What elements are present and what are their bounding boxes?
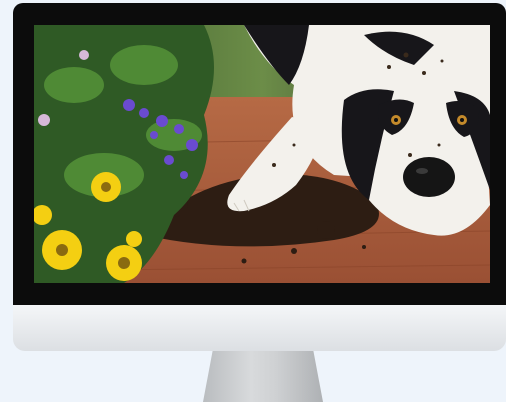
monitor xyxy=(13,3,506,351)
dog-in-garden-photo xyxy=(34,25,490,283)
monitor-bezel xyxy=(13,3,506,305)
monitor-chin xyxy=(13,305,506,351)
monitor-stand xyxy=(203,351,323,402)
monitor-screen xyxy=(34,25,490,283)
